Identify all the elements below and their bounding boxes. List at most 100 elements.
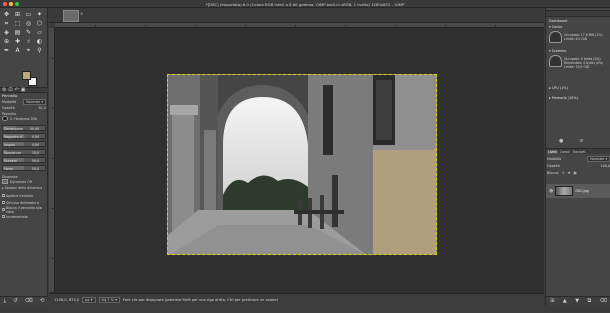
tab-channels[interactable]: Canali — [559, 150, 571, 154]
fill-icon[interactable]: ◈ — [1, 28, 12, 37]
unified-transform-icon[interactable]: ⬚ — [12, 19, 23, 28]
tab-layers[interactable]: Livelli — [547, 149, 558, 154]
cache-gauge: Occupata: 17,6 MiB (2%) Limite: 4,0 GiB — [549, 31, 609, 47]
lock-row: Blocca: ✎ ✥ ▦ — [547, 170, 610, 176]
color-picker-icon[interactable]: ⌖ — [23, 46, 34, 55]
layer-visibility-icon[interactable]: 👁 — [549, 189, 553, 193]
brush-name: 2. Hardness 050 — [10, 116, 37, 121]
brush-select[interactable]: 2. Hardness 050 — [2, 116, 46, 122]
lock-pixels-icon[interactable]: ✎ — [562, 171, 565, 175]
layer-opacity-row[interactable]: Opacità 100,0 — [547, 163, 610, 169]
reset-icon[interactable]: ⟲ — [40, 298, 45, 304]
layer-name[interactable]: DSC.jpg — [575, 189, 588, 193]
smooth-stroke-checkbox[interactable]: Smussa delineatura — [2, 200, 46, 206]
fuzzy-select-icon[interactable]: ✦ — [34, 10, 45, 19]
undo-history-tab-icon[interactable]: ↶ — [15, 87, 19, 93]
force-slider[interactable]: Forza 50,0 — [2, 165, 46, 171]
cage-icon[interactable]: ⬡ — [34, 19, 45, 28]
swap-section[interactable]: ▾ Scambio — [549, 49, 566, 53]
gradient-icon[interactable]: ▤ — [12, 28, 23, 37]
tool-options-tabs: ⚙ ⎚ ↶ ▣ — [0, 87, 48, 93]
window-title: *[DSC] (Importata)-6.0 (Colore RGB Inter… — [205, 1, 405, 7]
text-icon[interactable]: A — [12, 46, 23, 55]
device-status-tab-icon[interactable]: ⎚ — [8, 87, 12, 93]
brush-preview-icon[interactable] — [2, 116, 8, 122]
mode-label: Modalità — [2, 99, 17, 104]
dodge-icon[interactable]: ◐ — [34, 37, 45, 46]
tool-options-footer: ⤓ ↺ ⌫ ⟲ — [0, 296, 48, 305]
tool-options-tab-icon[interactable]: ⚙ — [2, 87, 6, 93]
image-tab-thumbnail[interactable] — [63, 9, 79, 22]
apply-jitter-checkbox[interactable]: Applica tremolio — [2, 193, 46, 199]
cpu-section[interactable]: ▸ CPU (1%) — [549, 86, 568, 90]
lock-alpha-icon[interactable]: ▦ — [573, 171, 576, 175]
spacing-slider[interactable]: Spaziatura 10,0 — [2, 149, 46, 155]
dashboard-title: Dashboard — [549, 19, 568, 23]
image-canvas[interactable] — [167, 74, 437, 255]
lock-label: Blocca: — [547, 171, 559, 175]
eraser-icon[interactable]: ▱ — [34, 28, 45, 37]
path-icon[interactable]: ✒ — [1, 46, 12, 55]
layer-thumbnail — [555, 186, 574, 196]
opacity-value[interactable]: 81,4 — [39, 106, 46, 110]
zoom-icon[interactable]: ⚲ — [34, 46, 45, 55]
canvas-viewport[interactable] — [55, 28, 544, 293]
cache-gauge-icon — [549, 31, 562, 43]
lower-layer-icon[interactable]: ▼ — [575, 298, 579, 304]
layer-row[interactable]: 👁 DSC.jpg — [546, 184, 610, 198]
unit-select[interactable]: px ▾ — [82, 296, 96, 303]
lock-position-icon[interactable]: ✥ — [568, 171, 571, 175]
foreground-color-swatch[interactable] — [22, 71, 31, 80]
layers-footer: ⊞ ▲ ▼ ⧉ ⌫ — [546, 296, 610, 305]
pointer-coords: 1158,0, 873,0 — [54, 297, 80, 302]
restore-icon[interactable]: ↺ — [13, 298, 18, 304]
incremental-checkbox[interactable]: Incrementale — [2, 214, 46, 220]
crop-icon[interactable]: ⌗ — [1, 19, 12, 28]
paintbrush-icon[interactable]: ✎ — [23, 28, 34, 37]
move-icon[interactable]: ✥ — [1, 10, 12, 19]
right-dock: Dashboard ▾ Cache Occupata: 17,6 MiB (2%… — [545, 8, 610, 305]
photo-content — [168, 75, 436, 254]
dashboard-tab-header — [546, 10, 610, 17]
opacity-row[interactable]: Opacità 81,4 — [2, 105, 46, 111]
tab-paths[interactable]: Tracciati — [572, 150, 587, 154]
swap-gauge-icon — [549, 55, 562, 67]
delete-layer-icon[interactable]: ⌫ — [600, 298, 607, 304]
warp-icon[interactable]: ◎ — [23, 19, 34, 28]
dynamics-select[interactable]: Dynamics Off — [2, 179, 46, 185]
status-bar: 1158,0, 873,0 px ▾ 44,7 % ▾ Fare clic pe… — [49, 293, 544, 305]
delete-preset-icon[interactable]: ⌫ — [25, 298, 33, 304]
duplicate-layer-icon[interactable]: ⧉ — [588, 298, 592, 304]
layer-opacity-value[interactable]: 100,0 — [601, 164, 610, 168]
cache-section[interactable]: ▾ Cache — [549, 25, 562, 29]
opacity-label: Opacità — [2, 105, 15, 110]
image-tabs: ✕ — [49, 8, 544, 23]
dashboard-menu-icon[interactable]: ≡ — [579, 138, 583, 144]
images-tab-icon[interactable]: ▣ — [21, 87, 26, 93]
zoom-select[interactable]: 44,7 % ▾ — [98, 296, 121, 303]
dynamics-icon — [2, 179, 8, 185]
image-window: ✕ 1158,0, 873,0 px ▾ 44,7 % ▾ Fare clic … — [49, 8, 544, 305]
lock-brush-to-view-checkbox[interactable]: Blocca il pennello alla vista — [2, 206, 46, 214]
tool-options-title: Pennello — [2, 94, 18, 98]
smudge-icon[interactable]: ☝ — [23, 37, 34, 46]
fg-bg-colors[interactable] — [22, 71, 38, 87]
rect-select-icon[interactable]: ▭ — [23, 10, 34, 19]
record-icon[interactable]: ● — [559, 138, 563, 144]
size-slider[interactable]: Dimensione 40,00 — [2, 125, 46, 131]
hardness-slider[interactable]: Durezza 50,0 — [2, 157, 46, 163]
memory-section[interactable]: ▸ Memoria (10%) — [549, 96, 578, 100]
angle-slider[interactable]: Angolo 0,00 — [2, 141, 46, 147]
save-preset-icon[interactable]: ⤓ — [4, 298, 6, 305]
clone-icon[interactable]: ⊕ — [1, 37, 12, 46]
raise-layer-icon[interactable]: ▲ — [563, 298, 567, 304]
dynamics-options-expander[interactable]: ▸ Opzioni della dinamica — [2, 185, 46, 191]
new-layer-icon[interactable]: ⊞ — [550, 298, 554, 304]
aspect-ratio-slider[interactable]: Rapporto d'... 0,00 — [2, 133, 46, 139]
close-tab-icon[interactable]: ✕ — [80, 11, 83, 16]
mode-select[interactable]: Normale ▾ — [23, 98, 46, 105]
layer-mode-select[interactable]: Normale ▾ — [587, 156, 610, 162]
swap-limit: Limite: 33,9 GiB — [564, 65, 589, 69]
heal-icon[interactable]: ✚ — [12, 37, 23, 46]
align-icon[interactable]: ⊞ — [12, 10, 23, 19]
